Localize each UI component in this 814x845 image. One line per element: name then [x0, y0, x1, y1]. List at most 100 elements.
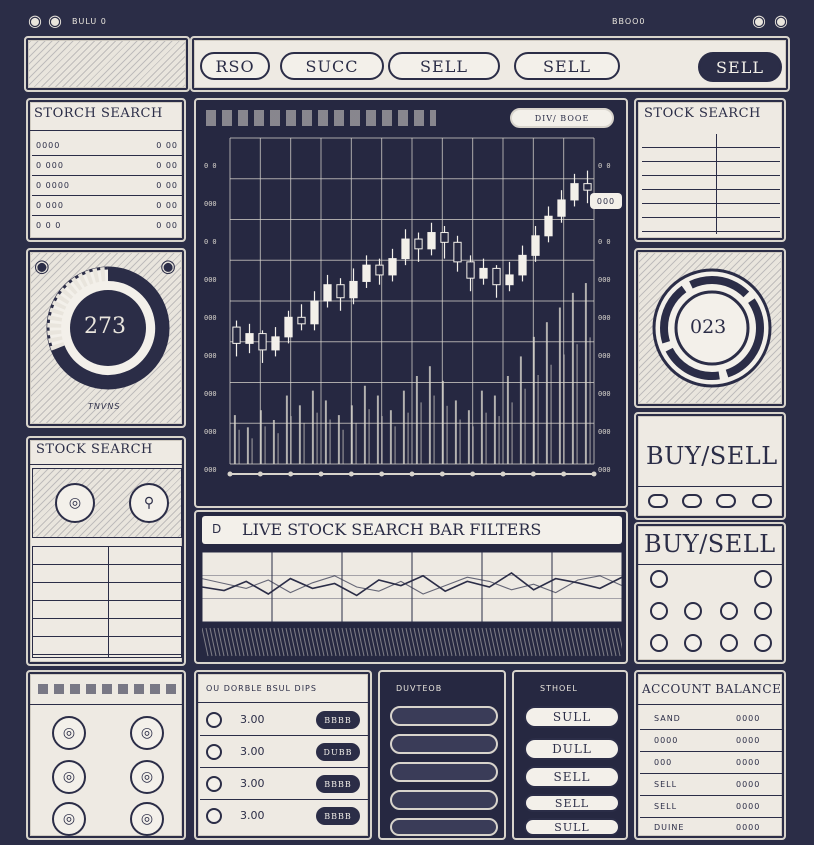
- list-item[interactable]: 0 0 0 0 00: [32, 216, 182, 236]
- order-select-icon[interactable]: [206, 808, 222, 824]
- dull-button[interactable]: DULL: [524, 738, 620, 760]
- sell-button[interactable]: SELL: [698, 52, 782, 82]
- globe-icon[interactable]: ◎: [55, 483, 95, 523]
- balance-label: 000: [654, 758, 673, 767]
- balance-row: SELL 0000: [640, 796, 782, 818]
- close-icon[interactable]: ◉: [774, 11, 788, 30]
- tab-rso[interactable]: RSO: [200, 52, 270, 80]
- candle-body: [505, 274, 514, 286]
- order-action-button[interactable]: BBBB: [316, 711, 360, 729]
- profile-icon[interactable]: ◎: [52, 802, 86, 836]
- filter-icon[interactable]: D: [212, 522, 221, 536]
- order-select-icon[interactable]: [206, 712, 222, 728]
- option-icon[interactable]: [754, 602, 772, 620]
- volume-bar: [545, 322, 548, 464]
- alert-icon[interactable]: ◎: [52, 760, 86, 794]
- y-tick-label-right: 0 0: [598, 162, 611, 170]
- volume-bar: [381, 416, 383, 464]
- option-icon[interactable]: [720, 634, 738, 652]
- sell-button[interactable]: SELL: [524, 794, 620, 812]
- balance-value: 0000: [736, 736, 761, 745]
- order-book-row[interactable]: [390, 734, 498, 754]
- y-tick-label-left: 000: [204, 314, 217, 322]
- tab-sell-active[interactable]: SELL: [388, 52, 500, 80]
- volume-bar: [368, 409, 370, 464]
- history-icon[interactable]: ◎: [130, 802, 164, 836]
- volume-bar: [238, 429, 240, 464]
- live-bar-title: LIVE STOCK SEARCH BAR FILTERS: [242, 520, 542, 539]
- list-item[interactable]: 0 000 0 00: [32, 156, 182, 176]
- volume-bar: [389, 410, 392, 464]
- x-tick: [348, 471, 354, 477]
- volume-bar: [277, 433, 279, 464]
- volume-bar: [264, 426, 266, 464]
- toggle-hold[interactable]: [682, 494, 702, 508]
- left-search-panel: STORCH SEARCH 0000 0 00 0 000 0 00 0 0000 0…: [26, 98, 186, 242]
- order-action-button[interactable]: BBBB: [316, 775, 360, 793]
- account-balance-panel: ACCOUNT BALANCE SAND 0000 0000 0000 000 000…: [634, 670, 786, 840]
- tab-sell[interactable]: SELL: [514, 52, 620, 80]
- option-icon[interactable]: [754, 570, 772, 588]
- toggle-buy[interactable]: [648, 494, 668, 508]
- toggle-limit[interactable]: [752, 494, 772, 508]
- chart-range-label: DIV/ BOOE: [534, 113, 590, 123]
- order-row[interactable]: 3.00 BBBB: [200, 706, 368, 736]
- list-item[interactable]: 0000 0 00: [32, 136, 182, 156]
- volume-bar: [506, 375, 509, 464]
- order-row[interactable]: 3.00 BBBB: [200, 770, 368, 800]
- top-left-panel: [24, 36, 190, 92]
- candle-body: [414, 238, 423, 250]
- wallet-icon[interactable]: ◎: [130, 716, 164, 750]
- sell-button-label: SELL: [554, 796, 590, 810]
- order-action-button[interactable]: BBBB: [316, 807, 360, 825]
- option-icon[interactable]: [650, 634, 668, 652]
- option-icon[interactable]: [684, 634, 702, 652]
- y-tick-label-right: 000: [598, 314, 611, 322]
- toggle-sell[interactable]: [716, 494, 736, 508]
- sell-button[interactable]: SELL: [524, 766, 620, 788]
- order-select-icon[interactable]: [206, 744, 222, 760]
- candle-body: [492, 267, 501, 286]
- search-icon[interactable]: ⚲: [129, 483, 169, 523]
- list-item[interactable]: 0 000 0 00: [32, 196, 182, 216]
- volume-bar: [467, 410, 470, 464]
- list-item-value: 0 00: [156, 201, 178, 210]
- price-tag: 000: [590, 193, 622, 209]
- chart-range-button[interactable]: DIV/ BOOE: [510, 108, 614, 128]
- right-gauge-panel: 023: [634, 248, 786, 408]
- order-row[interactable]: 3.00 BBBB: [200, 802, 368, 832]
- order-book-row[interactable]: [390, 790, 498, 810]
- tab-sell-label: SELL: [543, 56, 591, 76]
- menu-icon[interactable]: ◉: [48, 11, 62, 30]
- minimize-icon[interactable]: ◉: [752, 11, 766, 30]
- option-icon[interactable]: [754, 634, 772, 652]
- quick-actions-panel: ◎ ◎ ◎ ◎ ◎ ◎: [26, 670, 186, 840]
- chart-icon[interactable]: ◎: [52, 716, 86, 750]
- order-select-icon[interactable]: [206, 776, 222, 792]
- option-icon[interactable]: [684, 602, 702, 620]
- list-item[interactable]: 0 0000 0 00: [32, 176, 182, 196]
- order-action-button[interactable]: DUBB: [316, 743, 360, 761]
- order-book-row[interactable]: [390, 818, 498, 836]
- x-tick: [500, 471, 506, 477]
- tab-succ[interactable]: SUCC: [280, 52, 384, 80]
- volume-bar: [394, 426, 396, 464]
- option-icon[interactable]: [720, 602, 738, 620]
- balance-label: SELL: [654, 802, 678, 811]
- volume-bar: [563, 354, 565, 464]
- volume-bar: [415, 375, 418, 464]
- sull-button[interactable]: SULL: [524, 706, 620, 728]
- option-icon[interactable]: [650, 570, 668, 588]
- stock-icon-area: ◎ ⚲: [32, 468, 182, 538]
- sull-button[interactable]: SULL: [524, 818, 620, 836]
- news-icon[interactable]: ◎: [130, 760, 164, 794]
- option-icon[interactable]: [650, 602, 668, 620]
- balance-label: 0000: [654, 736, 679, 745]
- volume-bar: [420, 402, 422, 464]
- y-tick-label-right: 000: [598, 276, 611, 284]
- volume-bar: [251, 438, 253, 464]
- order-row[interactable]: 3.00 DUBB: [200, 738, 368, 768]
- order-book-row[interactable]: [390, 762, 498, 782]
- volume-bar: [324, 400, 327, 464]
- order-book-row[interactable]: [390, 706, 498, 726]
